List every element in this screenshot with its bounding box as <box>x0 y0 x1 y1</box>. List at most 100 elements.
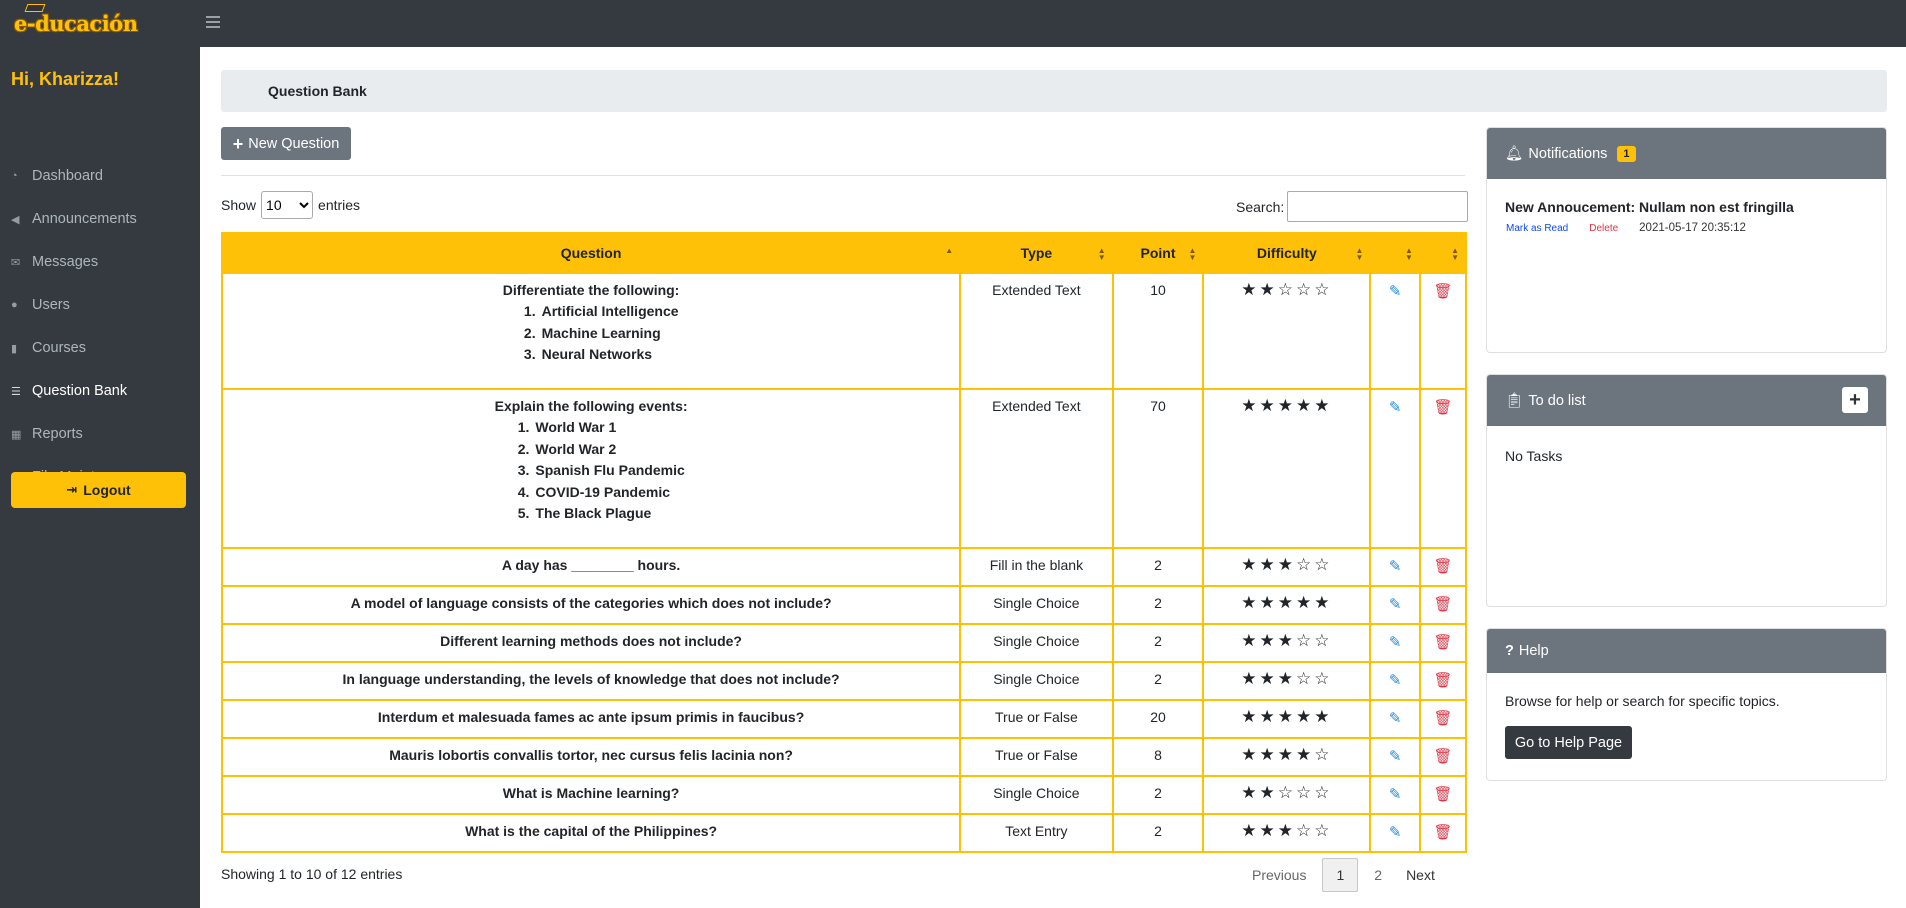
column-header-point[interactable]: Point ▲ ▼ <box>1111 232 1205 274</box>
star-filled-icon: ★ <box>1259 396 1278 415</box>
sidebar: Hi, Kharizza! ◔ Dashboard ◀ Announcements ✉ M… <box>0 47 200 908</box>
sidebar-item-dashboard[interactable]: ◔ Dashboard <box>11 164 103 188</box>
notification-count-badge: 1 <box>1617 145 1636 162</box>
edit-icon[interactable]: ✎ <box>1389 672 1402 689</box>
question-cell: Interdum et malesuada fames ac ante ipsu… <box>220 699 962 739</box>
edit-icon[interactable]: ✎ <box>1389 786 1402 803</box>
star-filled-icon: ★ <box>1241 396 1260 415</box>
type-cell: True or False <box>959 699 1114 739</box>
table-row[interactable]: Different learning methods does not incl… <box>220 623 1468 663</box>
edit-icon[interactable]: ✎ <box>1389 824 1402 841</box>
mark-as-read-link[interactable]: Mark as Read <box>1506 223 1568 234</box>
question-text: What is the capital of the Philippines? <box>465 823 718 839</box>
table-row[interactable]: Interdum et malesuada fames ac ante ipsu… <box>220 699 1468 739</box>
add-task-button[interactable]: + <box>1842 387 1868 413</box>
question-cell: What is the capital of the Philippines? <box>220 813 962 853</box>
edit-icon[interactable]: ✎ <box>1389 748 1402 765</box>
sidebar-item-question-bank[interactable]: ☰ Question Bank <box>11 379 127 403</box>
delete-notification-link[interactable]: Delete <box>1589 223 1618 234</box>
trash-icon[interactable]: 🗑︎ <box>1433 672 1452 689</box>
sidebar-item-announcements[interactable]: ◀ Announcements <box>11 207 137 231</box>
search-input[interactable] <box>1287 191 1469 222</box>
star-empty-icon: ☆ <box>1295 280 1315 299</box>
trash-icon[interactable]: 🗑︎ <box>1433 558 1452 575</box>
page-size-control: Show 10 entries <box>221 191 360 219</box>
question-list-item: 3. Spanish Flu Pandemic <box>497 460 685 482</box>
trash-icon[interactable]: 🗑︎ <box>1433 399 1452 416</box>
help-title: Help <box>1518 643 1549 659</box>
trash-icon[interactable]: 🗑︎ <box>1433 634 1452 651</box>
pagination-page-2[interactable]: 2 <box>1362 858 1394 892</box>
trash-icon[interactable]: 🗑︎ <box>1433 786 1452 803</box>
go-to-help-button[interactable]: Go to Help Page <box>1505 726 1632 759</box>
table-row[interactable]: Differentiate the following: 1. Artificial… <box>220 272 1468 390</box>
table-row[interactable]: A model of language consists of the cate… <box>220 585 1468 625</box>
breadcrumb: Question Bank <box>221 70 1887 112</box>
star-filled-icon: ★ <box>1314 396 1333 415</box>
delete-cell: 🗑︎ <box>1418 737 1468 777</box>
star-empty-icon: ☆ <box>1314 821 1333 840</box>
todo-empty-text: No Tasks <box>1505 448 1563 464</box>
edit-icon[interactable]: ✎ <box>1389 283 1402 300</box>
pagination-previous[interactable]: Previous <box>1240 858 1318 892</box>
question-cell: A model of language consists of the cate… <box>220 585 962 625</box>
star-filled-icon: ★ <box>1259 821 1278 840</box>
sidebar-item-label: Reports <box>32 426 83 442</box>
sort-icon: ▲ ▼ <box>1451 246 1459 262</box>
type-cell: Extended Text <box>959 388 1114 549</box>
trash-icon[interactable]: 🗑︎ <box>1433 596 1452 613</box>
trash-icon[interactable]: 🗑︎ <box>1433 283 1452 300</box>
list-item-text: Spanish Flu Pandemic <box>535 462 685 478</box>
table-row[interactable]: A day has ________ hours. Fill in the bla… <box>220 547 1468 587</box>
column-header-question[interactable]: Question ▲ <box>220 232 962 274</box>
table-row[interactable]: Explain the following events: 1. World War… <box>220 388 1468 549</box>
delete-cell: 🗑︎ <box>1418 585 1468 625</box>
trash-icon[interactable]: 🗑︎ <box>1433 748 1452 765</box>
question-list-item: 1. World War 1 <box>497 417 684 439</box>
graduation-cap-icon <box>24 4 46 12</box>
table-row[interactable]: In language understanding, the levels of… <box>220 661 1468 701</box>
sidebar-item-messages[interactable]: ✉ Messages <box>11 250 98 274</box>
edit-cell: ✎ <box>1369 272 1421 390</box>
edit-cell: ✎ <box>1369 813 1421 853</box>
edit-icon[interactable]: ✎ <box>1389 710 1402 727</box>
sidebar-item-users[interactable]: ● Users <box>11 293 70 317</box>
column-header-type[interactable]: Type ▲ ▼ <box>959 232 1114 274</box>
sidebar-item-reports[interactable]: ▦ Reports <box>11 422 83 446</box>
trash-icon[interactable]: 🗑︎ <box>1433 710 1452 727</box>
trash-icon[interactable]: 🗑︎ <box>1433 824 1452 841</box>
page-size-select[interactable]: 10 <box>261 191 314 219</box>
edit-icon[interactable]: ✎ <box>1389 634 1402 651</box>
edit-icon[interactable]: ✎ <box>1389 399 1402 416</box>
pagination-next[interactable]: Next <box>1394 858 1447 892</box>
new-question-button[interactable]: + New Question <box>221 127 351 160</box>
column-header-delete[interactable]: ▲ ▼ <box>1418 232 1468 274</box>
table-row[interactable]: What is Machine learning? Single Choice 2 ★… <box>220 775 1468 815</box>
point-cell: 20 <box>1111 699 1205 739</box>
difficulty-cell: ★★☆☆☆ <box>1202 272 1372 390</box>
notification-title[interactable]: New Annoucement: Nullam non est fringill… <box>1505 199 1868 215</box>
edit-icon[interactable]: ✎ <box>1389 596 1402 613</box>
star-filled-icon: ★ <box>1241 745 1260 764</box>
column-header-edit[interactable]: ▲ ▼ <box>1369 232 1421 274</box>
menu-toggle-icon[interactable] <box>206 13 220 33</box>
column-header-difficulty[interactable]: Difficulty ▲ ▼ <box>1202 232 1372 274</box>
bell-icon: 🔔︎ <box>1505 146 1524 162</box>
table-info: Showing 1 to 10 of 12 entries <box>221 866 403 882</box>
sidebar-item-courses[interactable]: ▮ Courses <box>11 336 86 360</box>
difficulty-cell: ★★★☆☆ <box>1202 547 1372 587</box>
pagination-page-1[interactable]: 1 <box>1322 858 1359 892</box>
edit-icon[interactable]: ✎ <box>1389 558 1402 575</box>
logout-button[interactable]: ⇥ Logout <box>11 472 186 508</box>
help-body: Browse for help or search for specific t… <box>1487 673 1886 777</box>
table-row[interactable]: Mauris lobortis convallis tortor, nec cu… <box>220 737 1468 777</box>
question-list: 1. World War 1 2. World War 2 3. Spanish Flu … <box>497 417 685 525</box>
question-cell: In language understanding, the levels of… <box>220 661 962 701</box>
app-logo[interactable]: e-ducación <box>14 4 138 40</box>
question-text: What is Machine learning? <box>502 785 680 801</box>
question-list-item: 2. Machine Learning <box>504 323 679 345</box>
user-icon: ● <box>11 298 18 311</box>
table-row[interactable]: What is the capital of the Philippines? T… <box>220 813 1468 853</box>
top-navbar: e-ducación <box>0 0 1906 47</box>
type-cell: Single Choice <box>959 661 1114 701</box>
